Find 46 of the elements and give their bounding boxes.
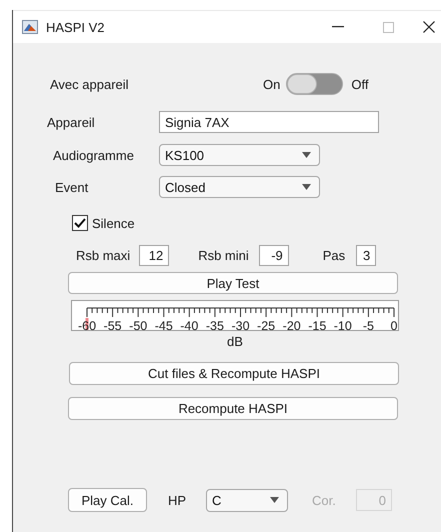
switch-label: Avec appareil xyxy=(50,76,130,92)
dropdown-label: Audiogramme xyxy=(53,148,135,162)
play-test-button[interactable]: Play Test xyxy=(68,272,398,294)
dropdown[interactable]: C xyxy=(206,488,288,512)
scale-label: -15 xyxy=(308,319,326,330)
scale-label: 0 xyxy=(390,319,398,330)
input-field[interactable]: -9 xyxy=(258,245,289,266)
close-icon[interactable] xyxy=(423,21,435,33)
scale-label: -30 xyxy=(231,319,250,330)
field-label: Pas xyxy=(322,248,346,263)
scale-label: -5 xyxy=(362,319,374,330)
toggle-switch[interactable] xyxy=(286,73,344,95)
input-field[interactable]: 3 xyxy=(356,245,376,266)
input-field[interactable]: Signia 7AX xyxy=(159,111,379,133)
scale-label: -25 xyxy=(257,319,276,330)
scale-label: -10 xyxy=(334,319,352,330)
dropdown-label: Event xyxy=(55,180,90,194)
checkbox-label: Silence xyxy=(92,216,135,230)
off-label: Off xyxy=(351,76,368,92)
recompute-button[interactable]: Recompute HASPI xyxy=(68,397,398,420)
on-label: On xyxy=(263,76,280,92)
minimize-icon[interactable] xyxy=(332,26,344,28)
input-field[interactable]: 12 xyxy=(139,245,170,266)
play-cal-button[interactable]: Play Cal. xyxy=(68,488,147,512)
field-label: Appareil xyxy=(47,114,96,130)
scale-label: -55 xyxy=(104,319,122,330)
dropdown-label: HP xyxy=(168,492,188,508)
caret-icon xyxy=(302,152,311,158)
window-title: HASPI V2 xyxy=(46,20,106,34)
caret-icon xyxy=(270,497,279,503)
scale-label: -60 xyxy=(78,319,96,330)
field-label: Rsb maxi xyxy=(76,248,130,263)
scale-label: -20 xyxy=(282,319,301,330)
scale-label: -45 xyxy=(154,319,173,330)
caret-icon xyxy=(302,184,311,190)
scale-label: -35 xyxy=(206,319,224,330)
field-label: Cor. xyxy=(312,492,337,508)
dropdown[interactable]: KS100 xyxy=(159,144,320,166)
checkbox[interactable] xyxy=(72,215,88,231)
cut-files-button[interactable]: Cut files & Recompute HASPI xyxy=(69,362,399,385)
dropdown[interactable]: Closed xyxy=(159,176,320,198)
unit-label: dB xyxy=(227,334,243,349)
app-icon xyxy=(22,20,38,34)
scale-label: -50 xyxy=(129,319,148,330)
scale-label: -40 xyxy=(180,319,198,330)
field-label: Rsb mini xyxy=(198,248,249,263)
